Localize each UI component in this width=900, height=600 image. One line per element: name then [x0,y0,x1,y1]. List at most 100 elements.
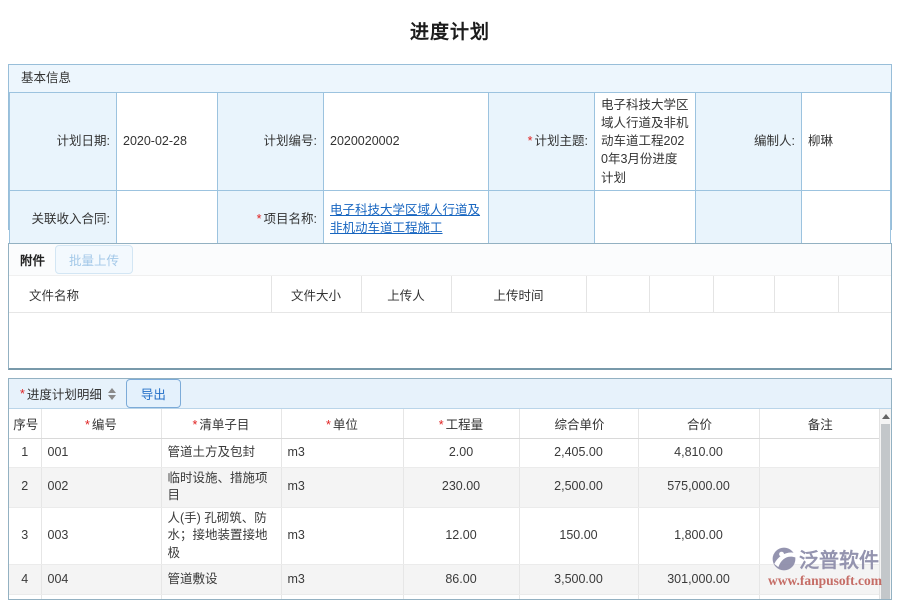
cell-total: 301,000.00 [638,565,759,595]
cell-quantity: 20.00 [403,595,519,600]
author-value: 柳琳 [802,93,891,191]
details-table: 序号 *编号 *清单子目 *单位 *工程量 综合单价 合价 备注 1 001 管… [9,409,879,599]
cell-unit-price: 700.00 [519,595,638,600]
cell-unit: m3 [281,565,403,595]
cell-quantity: 86.00 [403,565,519,595]
plan-number-value: 2020020002 [324,93,489,191]
empty-value-cell [802,190,891,247]
col-empty [586,276,649,313]
col-uploader: 上传人 [361,276,451,313]
basic-info-row-1: 计划日期: 2020-02-28 计划编号: 2020020002 *计划主题:… [10,93,891,191]
col-quantity: *工程量 [403,409,519,438]
cell-unit: m3 [281,595,403,600]
cell-unit: m3 [281,467,403,507]
cell-seq: 2 [9,467,41,507]
cell-code: 005 [41,595,161,600]
col-empty [838,276,891,313]
details-table-wrap: 序号 *编号 *清单子目 *单位 *工程量 综合单价 合价 备注 1 001 管… [9,409,891,599]
col-empty [713,276,774,313]
cell-quantity: 12.00 [403,507,519,565]
related-income-contract-label: 关联收入合同: [10,190,117,247]
cell-quantity: 230.00 [403,467,519,507]
col-file-size: 文件大小 [271,276,361,313]
cell-unit-price: 2,405.00 [519,438,638,467]
export-button[interactable]: 导出 [126,379,181,408]
plan-number-label: 计划编号: [218,93,324,191]
col-empty [774,276,838,313]
scroll-up-arrow-icon[interactable] [880,409,891,423]
attachments-section: 附件 批量上传 文件名称 文件大小 上传人 上传时间 [8,243,892,370]
attachments-table: 文件名称 文件大小 上传人 上传时间 [9,275,891,313]
related-income-contract-value [117,190,218,247]
col-seq: 序号 [9,409,41,438]
col-unit-price: 综合单价 [519,409,638,438]
cell-unit: m3 [281,438,403,467]
cell-seq: 3 [9,507,41,565]
col-list-item: *清单子目 [161,409,281,438]
cell-total: 1,800.00 [638,507,759,565]
empty-value-cell [595,190,696,247]
cell-list-item: 管道土方及包封 [161,438,281,467]
cell-unit-price: 3,500.00 [519,565,638,595]
cell-remark [759,565,879,595]
required-marker: * [528,134,533,148]
attachments-header-row: 文件名称 文件大小 上传人 上传时间 [9,276,891,313]
cell-total: 4,810.00 [638,438,759,467]
page-title: 进度计划 [0,0,900,44]
cell-remark [759,467,879,507]
table-row[interactable]: 3 003 人(手) 孔砌筑、防水；接地装置接地极 m3 12.00 150.0… [9,507,879,565]
cell-remark [759,438,879,467]
cell-code: 002 [41,467,161,507]
basic-info-row-2: 关联收入合同: *项目名称: 电子科技大学区域人行道及非机动车道工程施工 [10,190,891,247]
col-empty [649,276,713,313]
project-name-link[interactable]: 电子科技大学区域人行道及非机动车道工程施工 [330,203,480,235]
col-remark: 备注 [759,409,879,438]
plan-date-label: 计划日期: [10,93,117,191]
cell-total: 14,000.00 [638,595,759,600]
details-header-row: 序号 *编号 *清单子目 *单位 *工程量 综合单价 合价 备注 [9,409,879,438]
cell-unit: m3 [281,507,403,565]
cell-quantity: 2.00 [403,438,519,467]
cell-list-item: 管沟石方开挖 [161,595,281,600]
plan-subject-value: 电子科技大学区域人行道及非机动车道工程2020年3月份进度计划 [595,93,696,191]
progress-plan-details-section: * 进度计划明细 导出 序号 *编号 *清单子目 *单位 *工程量 综合单价 合… [8,378,892,600]
scrollbar-thumb[interactable] [881,424,890,599]
cell-seq: 4 [9,565,41,595]
col-unit: *单位 [281,409,403,438]
cell-seq: 1 [9,438,41,467]
plan-subject-label: *计划主题: [489,93,595,191]
sort-icon[interactable] [108,388,116,400]
cell-list-item: 临时设施、措施项目 [161,467,281,507]
required-marker: * [20,387,25,401]
cell-code: 001 [41,438,161,467]
details-header-bar: * 进度计划明细 导出 [9,379,891,409]
cell-remark [759,507,879,565]
cell-remark [759,595,879,600]
table-row[interactable]: 1 001 管道土方及包封 m3 2.00 2,405.00 4,810.00 [9,438,879,467]
basic-info-section-title: 基本信息 [9,65,891,92]
col-total: 合价 [638,409,759,438]
col-upload-time: 上传时间 [451,276,586,313]
vertical-scrollbar[interactable] [879,409,891,599]
table-row[interactable]: 2 002 临时设施、措施项目 m3 230.00 2,500.00 575,0… [9,467,879,507]
cell-code: 003 [41,507,161,565]
col-code: *编号 [41,409,161,438]
cell-unit-price: 2,500.00 [519,467,638,507]
cell-seq: 5 [9,595,41,600]
author-label: 编制人: [696,93,802,191]
cell-code: 004 [41,565,161,595]
attachments-header: 附件 批量上传 [9,244,891,275]
batch-upload-button[interactable]: 批量上传 [55,245,133,274]
attachments-section-title: 附件 [20,250,45,269]
basic-info-table: 计划日期: 2020-02-28 计划编号: 2020020002 *计划主题:… [9,92,891,248]
empty-label-cell [696,190,802,247]
empty-label-cell [489,190,595,247]
project-name-label: *项目名称: [218,190,324,247]
required-marker: * [257,212,262,226]
basic-info-section: 基本信息 计划日期: 2020-02-28 计划编号: 2020020002 *… [8,64,892,230]
table-row[interactable]: 5 005 管沟石方开挖 m3 20.00 700.00 14,000.00 [9,595,879,600]
details-section-title: 进度计划明细 [27,384,102,403]
table-row[interactable]: 4 004 管道敷设 m3 86.00 3,500.00 301,000.00 [9,565,879,595]
cell-unit-price: 150.00 [519,507,638,565]
cell-list-item: 人(手) 孔砌筑、防水；接地装置接地极 [161,507,281,565]
